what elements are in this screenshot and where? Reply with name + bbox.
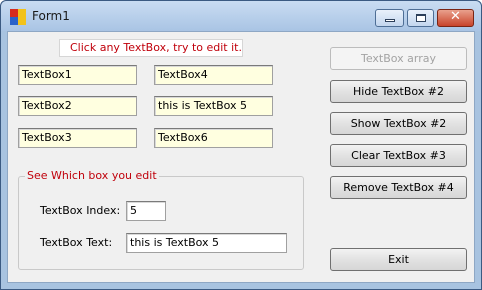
textbox-text-label: TextBox Text: xyxy=(40,236,113,249)
minimize-icon xyxy=(385,19,395,22)
show-textbox-2-button[interactable]: Show TextBox #2 xyxy=(330,112,467,135)
textbox-index-field[interactable]: 5 xyxy=(126,201,166,221)
groupbox-title: See Which box you edit xyxy=(25,169,159,182)
textbox-2[interactable]: TextBox2 xyxy=(18,96,137,116)
remove-textbox-4-button[interactable]: Remove TextBox #4 xyxy=(330,176,467,199)
textbox-5[interactable]: this is TextBox 5 xyxy=(154,96,273,116)
edit-info-groupbox: See Which box you edit TextBox Index: 5 … xyxy=(18,169,304,270)
form-window: Form1 ✕ Click any TextBox, try to edit i… xyxy=(0,0,482,290)
exit-button[interactable]: Exit xyxy=(330,248,467,271)
textbox-4[interactable]: TextBox4 xyxy=(154,65,273,85)
app-icon xyxy=(10,9,26,25)
close-icon: ✕ xyxy=(450,9,461,24)
hint-label: Click any TextBox, try to edit it... xyxy=(59,39,243,57)
hide-textbox-2-button[interactable]: Hide TextBox #2 xyxy=(330,80,467,103)
textbox-1[interactable]: TextBox1 xyxy=(18,65,137,85)
title-bar[interactable]: Form1 ✕ xyxy=(1,1,481,31)
textbox-array-button[interactable]: TextBox array xyxy=(330,47,467,70)
maximize-icon xyxy=(416,14,426,22)
textbox-text-field[interactable]: this is TextBox 5 xyxy=(126,233,287,253)
form-client-area: Click any TextBox, try to edit it... Tex… xyxy=(7,31,475,283)
maximize-button[interactable] xyxy=(407,9,434,27)
window-title: Form1 xyxy=(32,9,70,23)
textbox-index-label: TextBox Index: xyxy=(40,204,121,217)
close-button[interactable]: ✕ xyxy=(437,9,474,27)
minimize-button[interactable] xyxy=(375,9,404,27)
textbox-6[interactable]: TextBox6 xyxy=(154,128,273,148)
textbox-3[interactable]: TextBox3 xyxy=(18,128,137,148)
clear-textbox-3-button[interactable]: Clear TextBox #3 xyxy=(330,144,467,167)
